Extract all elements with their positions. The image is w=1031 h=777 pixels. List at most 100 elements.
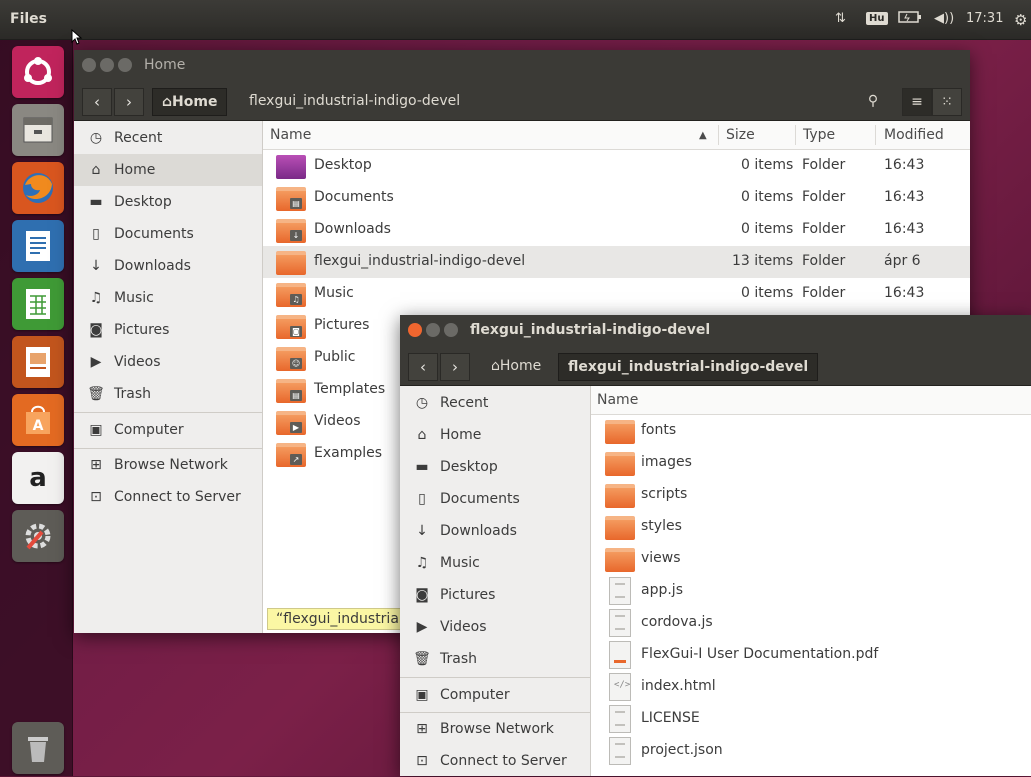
sidebar-item-computer[interactable]: ▣ Computer bbox=[400, 679, 590, 711]
close-button[interactable] bbox=[82, 58, 96, 72]
table-row[interactable]: scripts bbox=[591, 479, 1031, 511]
grid-view-icon[interactable]: ⁙ bbox=[932, 88, 962, 116]
folder-icon: ▬ bbox=[415, 459, 429, 475]
sidebar-item-documents[interactable]: ▯ Documents bbox=[400, 483, 590, 515]
table-row[interactable]: LICENSE bbox=[591, 703, 1031, 735]
table-row[interactable]: cordova.js bbox=[591, 607, 1031, 639]
breadcrumb-current[interactable]: flexgui_industrial-indigo-devel bbox=[558, 353, 819, 381]
sidebar-item-videos[interactable]: ▶ Videos bbox=[74, 346, 262, 378]
project-window-titlebar[interactable]: flexgui_industrial-indigo-devel bbox=[400, 315, 1031, 345]
sidebar-label: Documents bbox=[440, 491, 520, 507]
calc-icon[interactable] bbox=[12, 278, 64, 330]
breadcrumb-current[interactable]: flexgui_industrial-indigo-devel bbox=[240, 88, 469, 116]
list-view-icon[interactable]: ≡ bbox=[902, 88, 932, 116]
table-row[interactable]: ↓ Downloads 0 items Folder 16:43 bbox=[263, 214, 970, 246]
home-sidebar: ◷ Recent ⌂ Home ▬ Desktop ▯ Documents ↓ Downl… bbox=[74, 121, 263, 633]
sidebar-item-music[interactable]: ♫ Music bbox=[400, 547, 590, 579]
forward-button[interactable]: › bbox=[114, 88, 144, 116]
file-name: Downloads bbox=[314, 221, 391, 237]
column-size[interactable]: Size bbox=[726, 127, 755, 143]
close-button[interactable] bbox=[408, 323, 422, 337]
software-center-icon[interactable]: A bbox=[12, 394, 64, 446]
gear-icon[interactable]: ⚙ bbox=[1014, 11, 1027, 29]
trash-icon[interactable] bbox=[12, 722, 64, 774]
breadcrumb-home-label: Home bbox=[172, 94, 218, 110]
back-button[interactable]: ‹ bbox=[408, 353, 438, 381]
table-row[interactable]: Desktop 0 items Folder 16:43 bbox=[263, 150, 970, 182]
sidebar-item-connect-to-server[interactable]: ⊡ Connect to Server bbox=[400, 745, 590, 777]
search-icon[interactable]: ⚲ bbox=[858, 88, 888, 116]
sidebar-label: Computer bbox=[114, 422, 184, 438]
sidebar-item-home[interactable]: ⌂ Home bbox=[74, 154, 262, 186]
table-row[interactable]: styles bbox=[591, 511, 1031, 543]
sidebar-item-desktop[interactable]: ▬ Desktop bbox=[400, 451, 590, 483]
table-row[interactable]: app.js bbox=[591, 575, 1031, 607]
file-modified: 16:43 bbox=[884, 157, 925, 173]
forward-button[interactable]: › bbox=[440, 353, 470, 381]
sidebar-item-downloads[interactable]: ↓ Downloads bbox=[400, 515, 590, 547]
sidebar-item-videos[interactable]: ▶ Videos bbox=[400, 611, 590, 643]
sort-ascending-icon[interactable]: ▲ bbox=[699, 130, 707, 141]
home-window-titlebar[interactable]: Home bbox=[74, 50, 970, 80]
table-row[interactable]: ♫ Music 0 items Folder 16:43 bbox=[263, 278, 970, 310]
sidebar-item-recent[interactable]: ◷ Recent bbox=[74, 122, 262, 154]
keyboard-layout-indicator[interactable]: Hu bbox=[866, 12, 888, 25]
table-row[interactable]: images bbox=[591, 447, 1031, 479]
home-icon: ⌂ bbox=[162, 94, 173, 110]
column-type[interactable]: Type bbox=[803, 127, 835, 143]
breadcrumb-home[interactable]: ⌂Home bbox=[152, 88, 228, 116]
sidebar-item-browse-network[interactable]: ⊞ Browse Network bbox=[400, 713, 590, 745]
music-icon: ♫ bbox=[415, 555, 429, 571]
minimize-button[interactable] bbox=[426, 323, 440, 337]
sidebar-item-pictures[interactable]: ◙ Pictures bbox=[74, 314, 262, 346]
table-row[interactable]: </> index.html bbox=[591, 671, 1031, 703]
computer-icon: ▣ bbox=[89, 422, 103, 438]
sidebar-label: Downloads bbox=[440, 523, 517, 539]
files-icon[interactable] bbox=[12, 104, 64, 156]
ubuntu-dash-icon[interactable] bbox=[12, 46, 64, 98]
battery-icon[interactable] bbox=[898, 10, 922, 28]
column-name[interactable]: Name bbox=[597, 392, 638, 408]
breadcrumb-home[interactable]: ⌂Home bbox=[482, 353, 550, 381]
writer-icon[interactable] bbox=[12, 220, 64, 272]
network-icon[interactable]: ⇅ bbox=[835, 11, 846, 26]
sidebar-item-computer[interactable]: ▣ Computer bbox=[74, 414, 262, 446]
column-modified[interactable]: Modified bbox=[884, 127, 944, 143]
sidebar-item-home[interactable]: ⌂ Home bbox=[400, 419, 590, 451]
table-row[interactable]: ▤ Documents 0 items Folder 16:43 bbox=[263, 182, 970, 214]
table-row[interactable]: fonts bbox=[591, 415, 1031, 447]
amazon-icon[interactable]: a bbox=[12, 452, 64, 504]
sidebar-item-recent[interactable]: ◷ Recent bbox=[400, 387, 590, 419]
firefox-icon[interactable] bbox=[12, 162, 64, 214]
sidebar-item-browse-network[interactable]: ⊞ Browse Network bbox=[74, 449, 262, 481]
sidebar-label: Connect to Server bbox=[114, 489, 241, 505]
maximize-button[interactable] bbox=[444, 323, 458, 337]
download-icon: ↓ bbox=[90, 258, 102, 274]
table-row[interactable]: project.json bbox=[591, 735, 1031, 767]
sidebar-item-trash[interactable]: 🗑 Trash bbox=[400, 643, 590, 675]
sidebar-item-desktop[interactable]: ▬ Desktop bbox=[74, 186, 262, 218]
clock[interactable]: 17:31 bbox=[966, 11, 1003, 26]
sidebar-item-music[interactable]: ♫ Music bbox=[74, 282, 262, 314]
sidebar-item-trash[interactable]: 🗑 Trash bbox=[74, 378, 262, 410]
table-row[interactable]: flexgui_industrial-indigo-devel 13 items… bbox=[263, 246, 970, 278]
impress-icon[interactable] bbox=[12, 336, 64, 388]
sidebar-item-downloads[interactable]: ↓ Downloads bbox=[74, 250, 262, 282]
table-row[interactable]: FlexGui-I User Documentation.pdf bbox=[591, 639, 1031, 671]
folder-icon bbox=[605, 420, 635, 444]
network-icon: ⊞ bbox=[90, 457, 102, 473]
sidebar-item-pictures[interactable]: ◙ Pictures bbox=[400, 579, 590, 611]
sidebar-item-documents[interactable]: ▯ Documents bbox=[74, 218, 262, 250]
file-modified: 16:43 bbox=[884, 285, 925, 301]
system-settings-icon[interactable] bbox=[12, 510, 64, 562]
file-size: 0 items bbox=[741, 221, 794, 237]
table-row[interactable]: views bbox=[591, 543, 1031, 575]
maximize-button[interactable] bbox=[118, 58, 132, 72]
minimize-button[interactable] bbox=[100, 58, 114, 72]
column-name[interactable]: Name bbox=[270, 127, 311, 143]
sidebar-item-connect-to-server[interactable]: ⊡ Connect to Server bbox=[74, 481, 262, 513]
back-button[interactable]: ‹ bbox=[82, 88, 112, 116]
examples-link-icon: ↗ bbox=[276, 443, 306, 467]
text-file-icon bbox=[609, 609, 631, 637]
volume-icon[interactable]: ◀︎)) bbox=[934, 11, 954, 26]
